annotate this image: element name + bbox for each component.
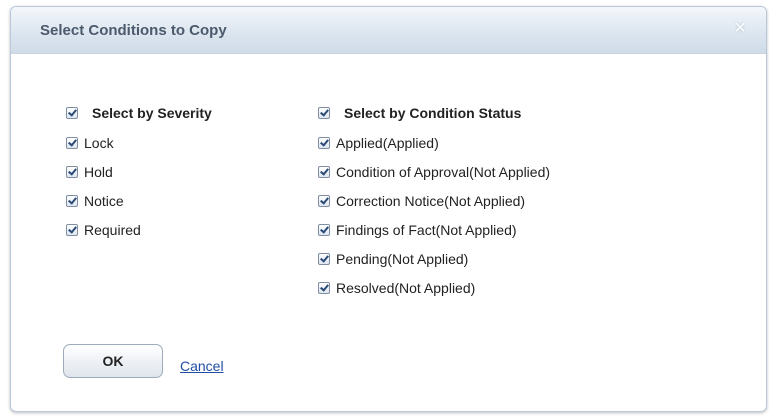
- status-item-pending[interactable]: Pending(Not Applied): [318, 249, 468, 269]
- status-item-label: Applied(Applied): [336, 135, 439, 151]
- status-item-applied[interactable]: Applied(Applied): [318, 133, 439, 153]
- checkbox-condition-of-approval[interactable]: [318, 166, 330, 178]
- status-item-label: Resolved(Not Applied): [336, 280, 476, 296]
- cancel-link[interactable]: Cancel: [180, 358, 224, 374]
- status-item-label: Findings of Fact(Not Applied): [336, 222, 517, 238]
- checkbox-pending[interactable]: [318, 253, 330, 265]
- checkbox-notice[interactable]: [66, 195, 78, 207]
- severity-item-label: Notice: [84, 193, 124, 209]
- checkbox-select-by-condition-status[interactable]: [318, 107, 330, 119]
- checkbox-lock[interactable]: [66, 137, 78, 149]
- checkbox-hold[interactable]: [66, 166, 78, 178]
- severity-item-required[interactable]: Required: [66, 220, 141, 240]
- status-header-row[interactable]: Select by Condition Status: [318, 103, 521, 123]
- close-icon[interactable]: ×: [734, 17, 746, 39]
- severity-item-lock[interactable]: Lock: [66, 133, 114, 153]
- checkbox-applied[interactable]: [318, 137, 330, 149]
- checkbox-required[interactable]: [66, 224, 78, 236]
- status-item-findings-of-fact[interactable]: Findings of Fact(Not Applied): [318, 220, 517, 240]
- select-conditions-dialog: Select Conditions to Copy × Select by Se…: [10, 6, 767, 412]
- ok-button[interactable]: OK: [63, 344, 163, 378]
- dialog-titlebar: Select Conditions to Copy ×: [11, 7, 766, 54]
- status-item-label: Pending(Not Applied): [336, 251, 469, 267]
- status-item-label: Correction Notice(Not Applied): [336, 193, 526, 209]
- severity-item-label: Required: [84, 222, 141, 238]
- severity-item-label: Hold: [84, 164, 113, 180]
- status-item-resolved[interactable]: Resolved(Not Applied): [318, 278, 475, 298]
- status-item-correction-notice[interactable]: Correction Notice(Not Applied): [318, 191, 525, 211]
- checkbox-findings-of-fact[interactable]: [318, 224, 330, 236]
- checkbox-select-by-severity[interactable]: [66, 107, 78, 119]
- status-header-label: Select by Condition Status: [344, 105, 522, 121]
- severity-header-row[interactable]: Select by Severity: [66, 103, 212, 123]
- checkbox-correction-notice[interactable]: [318, 195, 330, 207]
- status-item-condition-of-approval[interactable]: Condition of Approval(Not Applied): [318, 162, 550, 182]
- severity-item-hold[interactable]: Hold: [66, 162, 113, 182]
- severity-header-label: Select by Severity: [92, 105, 212, 121]
- severity-item-label: Lock: [84, 135, 114, 151]
- status-item-label: Condition of Approval(Not Applied): [336, 164, 551, 180]
- severity-item-notice[interactable]: Notice: [66, 191, 124, 211]
- checkbox-resolved[interactable]: [318, 282, 330, 294]
- dialog-title: Select Conditions to Copy: [40, 22, 227, 39]
